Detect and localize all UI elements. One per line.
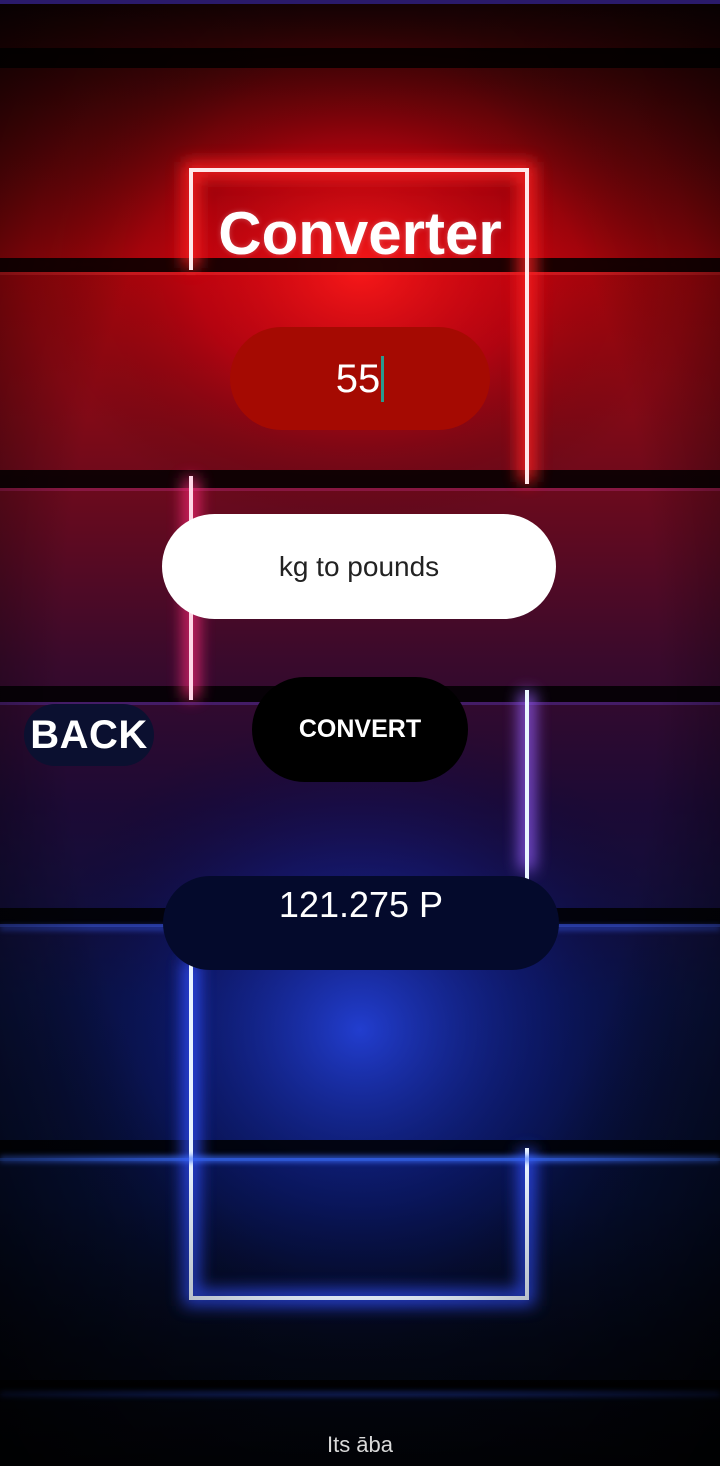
- unit-selector-button[interactable]: kg to pounds: [162, 514, 556, 619]
- back-button-label: BACK: [30, 712, 148, 757]
- text-cursor: [381, 355, 385, 402]
- back-button[interactable]: BACK: [24, 704, 154, 766]
- convert-button-label: CONVERT: [298, 715, 422, 743]
- amount-input-value: 55: [335, 356, 381, 401]
- footer-caption: Its āba: [326, 1432, 394, 1457]
- unit-selector-label: kg to pounds: [278, 550, 440, 582]
- amount-input[interactable]: 55: [230, 327, 490, 430]
- page-title: Converter: [218, 200, 502, 267]
- result-text: 121.275 P: [278, 884, 444, 925]
- convert-button[interactable]: CONVERT: [252, 677, 468, 782]
- result-display: 121.275 P: [163, 876, 559, 970]
